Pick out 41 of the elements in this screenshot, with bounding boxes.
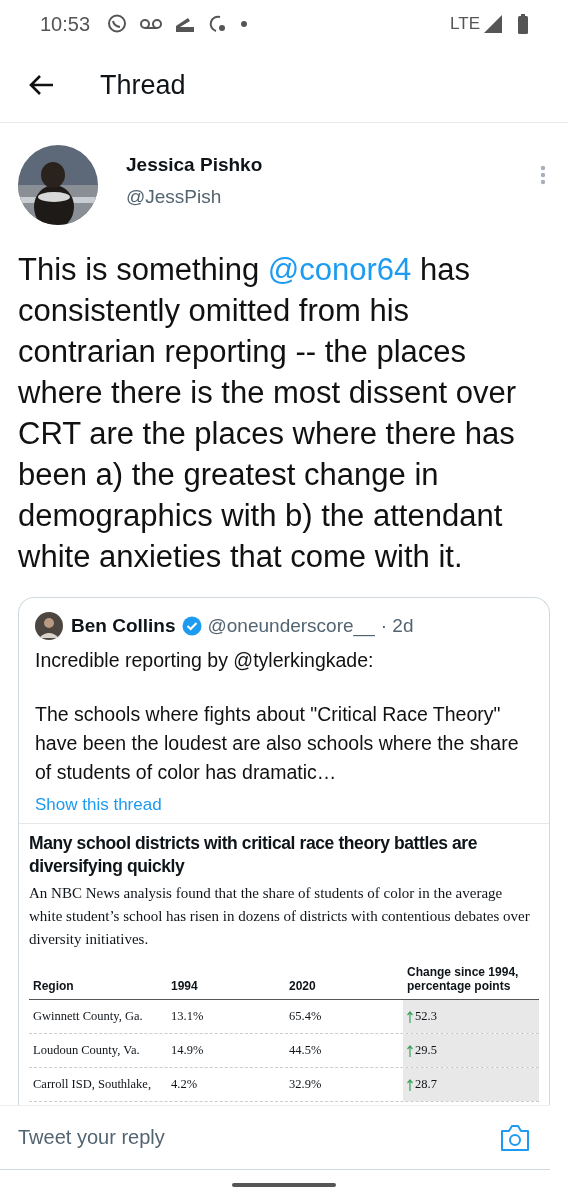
network-type: LTE [450, 14, 480, 34]
table-cell-text: 44.5% [288, 1042, 323, 1059]
quoted-author-handle: @oneunderscore__ [207, 615, 375, 637]
quoted-avatar [35, 612, 63, 640]
signal-icon [484, 15, 502, 33]
table-cell: 52.3 [415, 1009, 437, 1024]
quoted-tweet-text: The schools where fights about "Critical Race Theory" have been the loudest are also schools where the share of students of color has dramatic… [35, 702, 520, 785]
voicemail-icon [140, 18, 163, 30]
column-header: 2020 [288, 979, 317, 993]
table-cell-text: 65.4% [288, 1008, 323, 1025]
status-time: 10:53 [40, 12, 91, 36]
chat-bubble-icon [106, 13, 129, 35]
up-arrow-icon [407, 1078, 413, 1091]
table-cell-text: Carroll ISD, Southlake, [32, 1076, 153, 1093]
back-arrow-icon [28, 74, 54, 96]
up-arrow-icon [407, 1044, 413, 1057]
page-title: Thread [100, 69, 186, 101]
chart-description: An NBC News analysis found that the share of students of color in the average white student’s school has risen in dozens of districts with contentious debates over diversity initiatives. [29, 884, 531, 949]
author-handle[interactable]: @JessPish [126, 186, 540, 208]
quoted-author-name: Ben Collins [71, 615, 176, 637]
quoted-tweet-time: · 2d [380, 615, 414, 637]
table-cell-text: 4.2% [170, 1076, 199, 1093]
camera-icon[interactable] [500, 1123, 530, 1152]
quoted-tweet-text: Incredible reporting by @tylerkingkade: [35, 648, 375, 673]
column-header: Change since 1994, percentage points [406, 965, 520, 993]
table-cell-text: 13.1% [170, 1008, 205, 1025]
quoted-tweet-card[interactable] [18, 597, 550, 1105]
chart-headline: Many school districts with critical race theory battles are diversifying quickly [29, 832, 479, 878]
dot-icon [240, 20, 249, 28]
table-cell-text: 32.9% [288, 1076, 323, 1093]
tweet-text: This is something @conor64 has consistently omitted from his contrarian reporting -- the places where there is the most dissent over CRT are the places where there has been a) the greatest change in demographics with b) the attendant white anxieties that come with it. [18, 251, 517, 576]
column-header: Region [32, 979, 75, 993]
author-name[interactable]: Jessica Pishko [126, 154, 540, 176]
table-cell: 29.5 [415, 1043, 437, 1058]
table-cell-text: Gwinnett County, Ga. [32, 1008, 144, 1025]
battery-icon [518, 14, 528, 34]
table-cell: 28.7 [415, 1077, 437, 1092]
up-arrow-icon [407, 1010, 413, 1023]
table-cell-text: Loudoun County, Va. [32, 1042, 141, 1059]
column-header: 1994 [170, 979, 199, 993]
table-cell-text: 14.9% [170, 1042, 205, 1059]
